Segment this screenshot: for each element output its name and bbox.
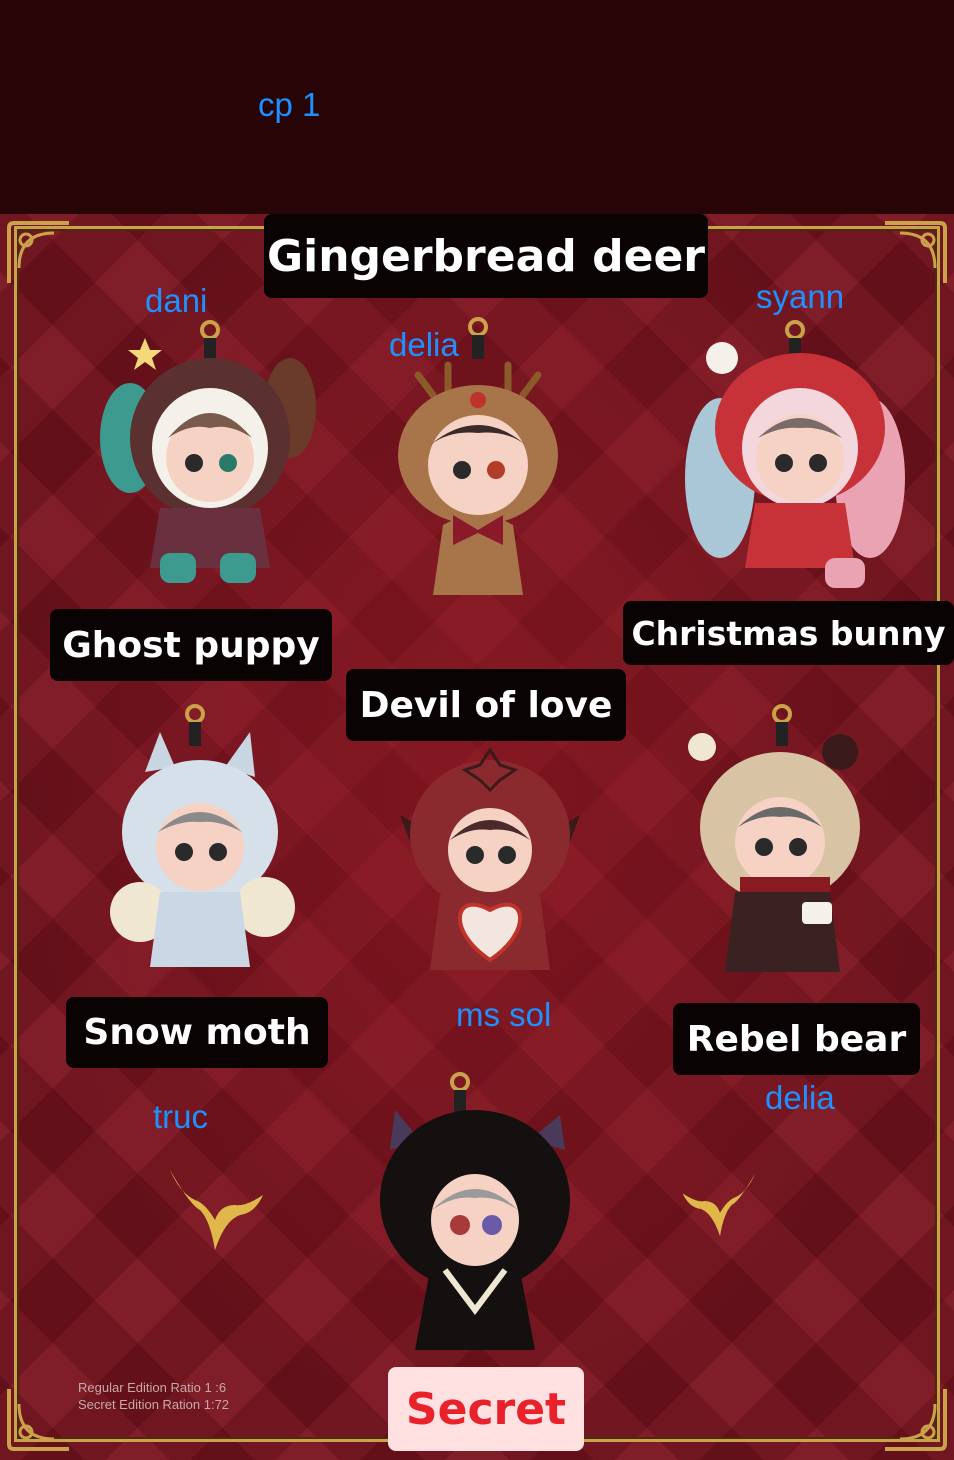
devil-of-love-figure <box>400 747 580 970</box>
header-note: cp 1 <box>258 86 321 123</box>
label-secret: Secret <box>388 1367 584 1451</box>
corner-ornament-icon <box>885 1389 947 1451</box>
corner-ornament-icon <box>7 1389 69 1451</box>
corner-ornament-icon <box>885 221 947 283</box>
collage: cp 1 Gingerbread deer Ghost puppy Christ… <box>0 0 954 1460</box>
rebel-bear-figure <box>688 704 860 972</box>
label-devil-of-love: Devil of love <box>346 669 626 741</box>
secret-figure <box>380 1072 570 1350</box>
ratio-text: Regular Edition Ratio 1 :6 Secret Editio… <box>78 1379 229 1413</box>
top-bar <box>0 0 954 214</box>
label-snow-moth: Snow moth <box>66 997 328 1068</box>
claim-christmas-bunny: syann <box>756 278 845 315</box>
ratio-regular: Regular Edition Ratio 1 :6 <box>78 1380 227 1395</box>
christmas-bunny-figure <box>685 320 905 588</box>
ratio-secret: Secret Edition Ration 1:72 <box>78 1397 230 1412</box>
claim-gingerbread-deer: delia <box>389 326 459 363</box>
bat-icon <box>682 1173 755 1237</box>
label-rebel-bear: Rebel bear <box>673 1003 920 1075</box>
claim-snow-moth: truc <box>153 1098 209 1135</box>
claim-secret: ms sol <box>456 996 552 1033</box>
label-ghost-puppy: Ghost puppy <box>50 609 332 681</box>
label-gingerbread-deer: Gingerbread deer <box>264 214 708 298</box>
claim-ghost-puppy: dani <box>145 282 208 319</box>
claim-rebel-bear: delia <box>765 1079 835 1116</box>
corner-ornament-icon <box>7 221 69 283</box>
ghost-puppy-figure <box>100 320 316 583</box>
bat-icon <box>170 1170 263 1250</box>
snow-moth-figure <box>110 704 295 967</box>
label-christmas-bunny: Christmas bunny <box>623 601 954 665</box>
